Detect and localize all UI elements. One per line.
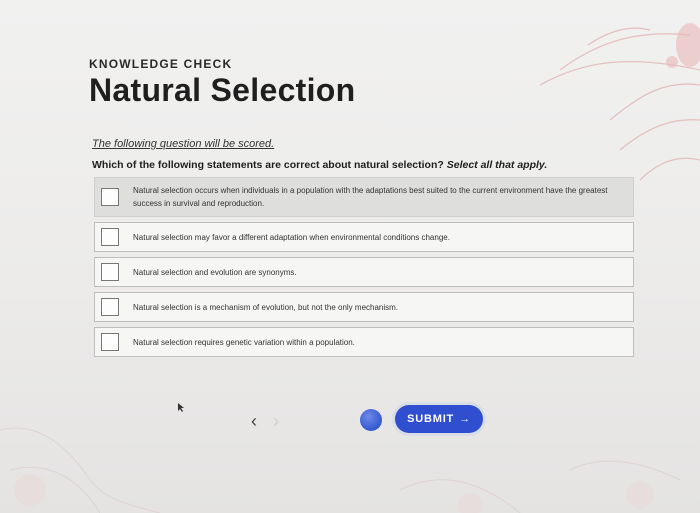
answer-options: Natural selection occurs when individual… [94,177,634,362]
answer-option-2[interactable]: Natural selection may favor a different … [94,222,634,252]
checkbox[interactable] [101,228,119,246]
checkbox[interactable] [101,298,119,316]
answer-option-label: Natural selection occurs when individual… [133,186,608,208]
answer-option-1[interactable]: Natural selection occurs when individual… [94,177,634,217]
checkbox[interactable] [101,263,119,281]
answer-option-label: Natural selection requires genetic varia… [133,337,355,347]
question-prompt: Which of the following statements are co… [92,159,444,171]
answer-option-3[interactable]: Natural selection and evolution are syno… [94,257,634,287]
answer-option-label: Natural selection and evolution are syno… [133,267,297,277]
knowledge-check-panel: KNOWLEDGE CHECK Natural Selection The fo… [0,0,700,513]
question-hint: Select all that apply. [446,159,548,171]
next-button[interactable]: › [267,408,285,434]
previous-button[interactable]: ‹ [245,408,263,434]
answer-option-label: Natural selection may favor a different … [133,232,450,242]
answer-option-4[interactable]: Natural selection is a mechanism of evol… [94,292,634,322]
section-kicker: KNOWLEDGE CHECK [89,57,233,71]
question-text: Which of the following statements are co… [92,159,547,171]
checkbox[interactable] [101,333,119,351]
answer-option-label: Natural selection is a mechanism of evol… [133,302,399,312]
progress-orb-icon [360,409,382,431]
checkbox[interactable] [101,188,119,206]
submit-label: SUBMIT [407,413,455,425]
mouse-cursor-icon [178,403,184,412]
answer-option-5[interactable]: Natural selection requires genetic varia… [94,327,634,357]
arrow-right-icon: → [459,413,471,425]
question-navigation: ‹ › SUBMIT → [245,405,485,434]
page-title: Natural Selection [89,72,356,108]
submit-button[interactable]: SUBMIT → [395,405,483,433]
scored-note: The following question will be scored. [92,138,275,150]
